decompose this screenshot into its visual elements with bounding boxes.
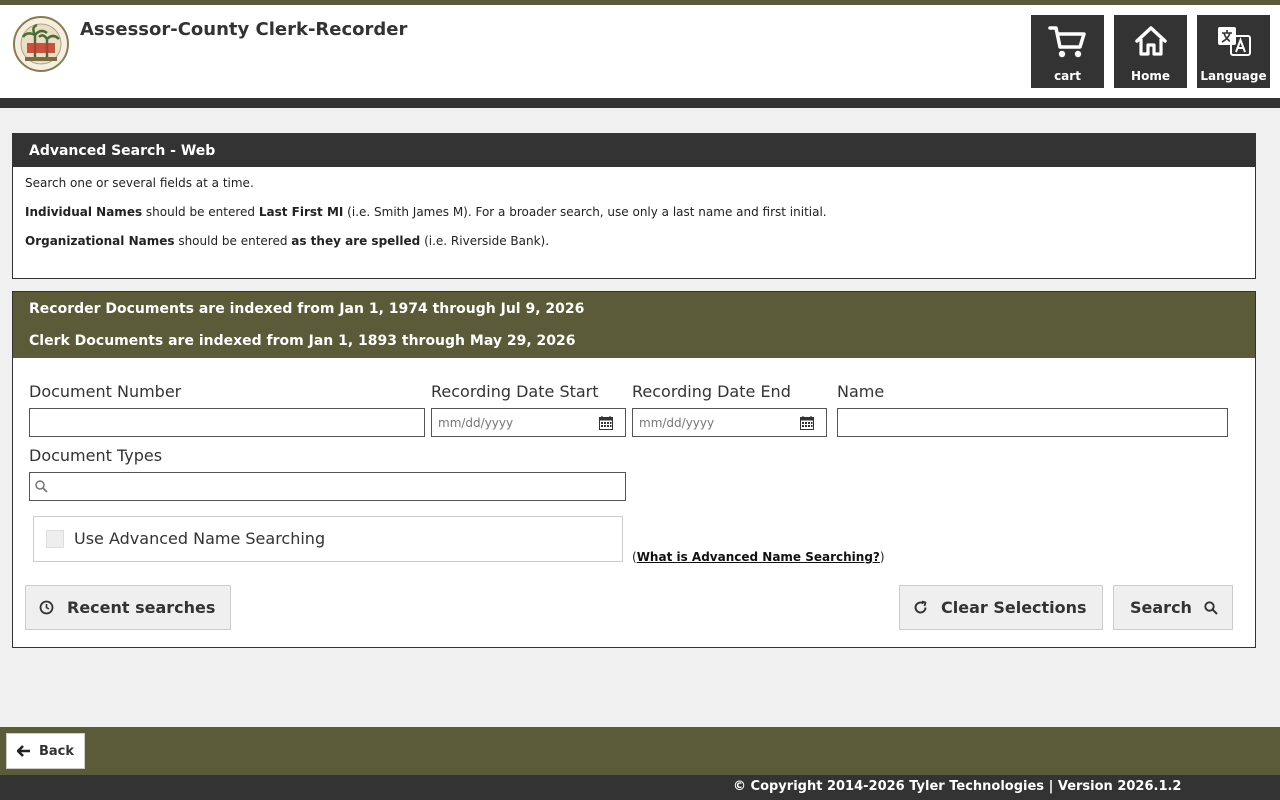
advanced-name-help: (What is Advanced Name Searching?) bbox=[632, 550, 885, 564]
footer-bar: Back bbox=[0, 727, 1280, 775]
recording-date-end-input[interactable] bbox=[632, 408, 827, 437]
app-title: Assessor-County Clerk-Recorder bbox=[80, 19, 408, 40]
search-icon bbox=[1204, 600, 1218, 615]
info-bold: as they are spelled bbox=[291, 234, 421, 248]
advanced-name-checkbox[interactable] bbox=[46, 530, 64, 548]
info-text: should be entered bbox=[174, 234, 292, 248]
search-button[interactable]: Search bbox=[1113, 585, 1233, 630]
calendar-icon[interactable] bbox=[599, 416, 613, 430]
document-number-input[interactable] bbox=[29, 408, 425, 437]
info-bold: Individual Names bbox=[25, 205, 143, 219]
advanced-search-info-panel: Advanced Search - Web Search one or seve… bbox=[12, 133, 1256, 279]
header-divider-bar bbox=[0, 98, 1280, 108]
language-button-label: Language bbox=[1200, 69, 1267, 83]
document-number-label: Document Number bbox=[29, 382, 182, 401]
recorder-index-range: Recorder Documents are indexed from Jan … bbox=[29, 301, 585, 317]
info-text: (i.e. Riverside Bank). bbox=[420, 234, 550, 248]
search-form-panel: Recorder Documents are indexed from Jan … bbox=[12, 291, 1256, 648]
index-range-header: Recorder Documents are indexed from Jan … bbox=[13, 292, 1255, 358]
clear-selections-button[interactable]: Clear Selections bbox=[899, 585, 1103, 630]
home-button-label: Home bbox=[1131, 69, 1170, 83]
info-bold: Last First MI bbox=[258, 205, 344, 219]
back-button[interactable]: Back bbox=[6, 733, 85, 769]
document-types-input[interactable] bbox=[29, 472, 626, 501]
what-is-advanced-name-link[interactable]: What is Advanced Name Searching? bbox=[637, 550, 880, 564]
recording-date-start-input[interactable] bbox=[431, 408, 626, 437]
home-icon bbox=[1134, 26, 1167, 56]
recording-date-start-label: Recording Date Start bbox=[431, 382, 599, 401]
cart-button[interactable]: cart bbox=[1031, 15, 1104, 88]
name-input[interactable] bbox=[837, 408, 1228, 437]
help-paren-close: ) bbox=[879, 550, 885, 564]
cart-button-label: cart bbox=[1054, 69, 1081, 83]
info-line-search-fields: Search one or several fields at a time. bbox=[25, 176, 254, 190]
clear-selections-label: Clear Selections bbox=[941, 598, 1087, 617]
clerk-index-range: Clerk Documents are indexed from Jan 1, … bbox=[29, 333, 576, 349]
calendar-icon[interactable] bbox=[800, 416, 814, 430]
info-text: should be entered bbox=[142, 205, 259, 219]
advanced-name-label: Use Advanced Name Searching bbox=[74, 529, 326, 548]
county-seal-logo[interactable] bbox=[13, 15, 69, 73]
info-line-individual-names: Individual Names should be entered Last … bbox=[25, 205, 1243, 219]
document-types-label: Document Types bbox=[29, 446, 163, 465]
recent-searches-button[interactable]: Recent searches bbox=[25, 585, 231, 630]
language-button[interactable]: Language bbox=[1197, 15, 1270, 88]
info-text: (i.e. Smith James M). For a broader sear… bbox=[343, 205, 827, 219]
info-panel-title: Advanced Search - Web bbox=[13, 134, 1255, 167]
home-button[interactable]: Home bbox=[1114, 15, 1187, 88]
cart-icon bbox=[1047, 26, 1086, 58]
recent-searches-label: Recent searches bbox=[67, 598, 216, 617]
name-label: Name bbox=[837, 382, 885, 401]
copyright-text: © Copyright 2014-2026 Tyler Technologies… bbox=[733, 779, 1182, 794]
search-icon bbox=[35, 480, 48, 493]
arrow-left-icon bbox=[17, 745, 30, 757]
search-button-label: Search bbox=[1130, 598, 1192, 617]
advanced-name-searching-option[interactable]: Use Advanced Name Searching bbox=[33, 516, 623, 562]
refresh-icon bbox=[914, 600, 927, 614]
recording-date-end-label: Recording Date End bbox=[632, 382, 791, 401]
copyright-bar: © Copyright 2014-2026 Tyler Technologies… bbox=[0, 775, 1280, 800]
translate-icon bbox=[1217, 27, 1251, 56]
site-header: Assessor-County Clerk-Recorder cart Home… bbox=[0, 5, 1280, 98]
info-bold: Organizational Names bbox=[25, 234, 175, 248]
clock-icon bbox=[39, 600, 54, 615]
back-button-label: Back bbox=[39, 743, 75, 759]
info-line-organizational-names: Organizational Names should be entered a… bbox=[25, 234, 1243, 248]
